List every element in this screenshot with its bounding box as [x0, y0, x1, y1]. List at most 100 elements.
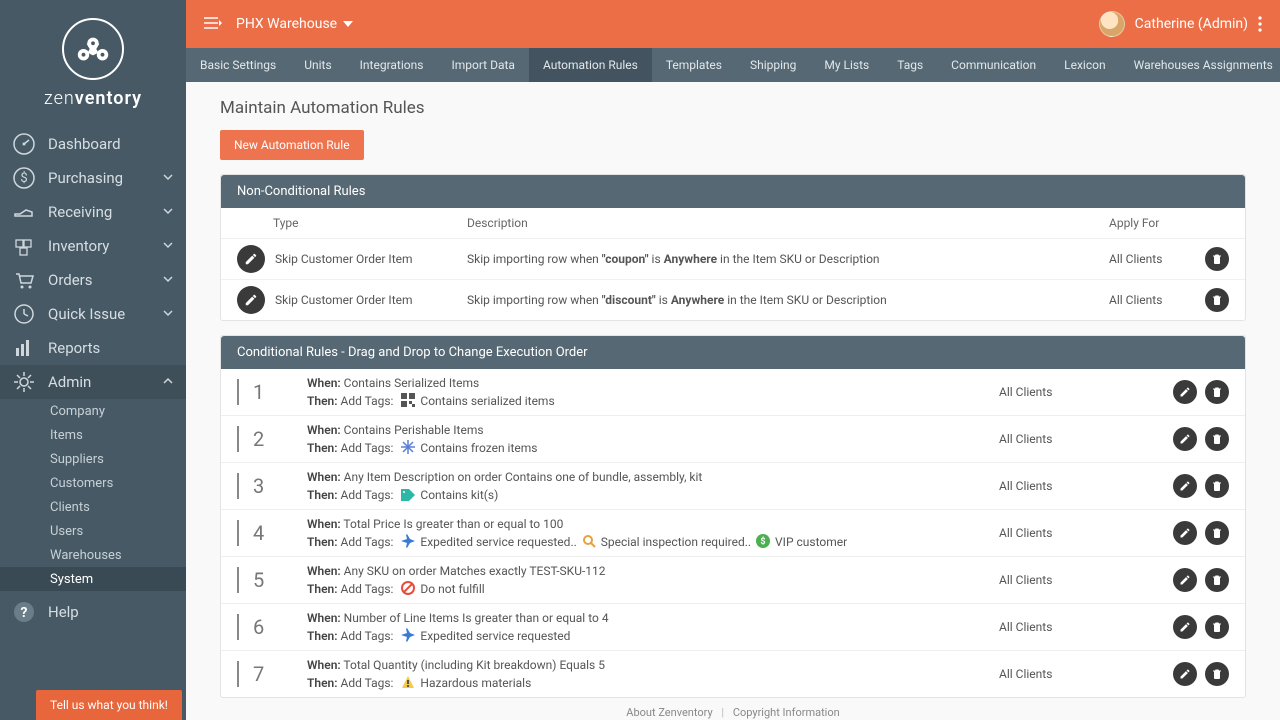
footer-copy[interactable]: Copyright Information	[733, 706, 840, 719]
feedback-button[interactable]: Tell us what you think!	[36, 690, 182, 720]
edit-button[interactable]	[1173, 474, 1197, 498]
speedometer-icon	[12, 132, 36, 156]
drag-handle[interactable]: 3	[237, 473, 307, 499]
delete-button[interactable]	[1205, 247, 1229, 271]
menu-toggle-icon[interactable]	[204, 15, 222, 34]
tab-units[interactable]: Units	[290, 48, 345, 82]
drag-handle[interactable]: 1	[237, 379, 307, 405]
drag-handle[interactable]: 7	[237, 661, 307, 687]
warehouse-selector[interactable]: PHX Warehouse	[236, 16, 353, 32]
sidebar-item-label: Dashboard	[48, 135, 121, 153]
edit-button[interactable]	[237, 245, 265, 273]
cart-icon	[12, 268, 36, 292]
delete-button[interactable]	[1205, 615, 1229, 639]
nc-apply: All Clients	[1109, 252, 1199, 266]
sidebar-sub-suppliers[interactable]: Suppliers	[0, 447, 186, 471]
nc-panel-header: Non-Conditional Rules	[221, 175, 1245, 208]
tab-communication[interactable]: Communication	[937, 48, 1050, 82]
footer-about[interactable]: About Zenventory	[626, 706, 712, 719]
edit-button[interactable]	[1173, 380, 1197, 404]
sidebar-item-label: Receiving	[48, 203, 112, 221]
caret-down-icon	[343, 21, 353, 27]
sidebar-sub-items[interactable]: Items	[0, 423, 186, 447]
edit-button[interactable]	[1173, 662, 1197, 686]
tab-automation-rules[interactable]: Automation Rules	[529, 48, 652, 82]
cond-row[interactable]: 7When: Total Quantity (including Kit bre…	[221, 651, 1245, 697]
sidebar-item-help[interactable]: ?Help	[0, 591, 186, 633]
new-rule-button[interactable]: New Automation Rule	[220, 130, 364, 160]
cond-num: 5	[253, 568, 264, 592]
delete-button[interactable]	[1205, 662, 1229, 686]
drag-handle[interactable]: 5	[237, 567, 307, 593]
sidebar-item-dashboard[interactable]: Dashboard	[0, 127, 186, 161]
sidebar-sub-company[interactable]: Company	[0, 399, 186, 423]
sidebar-item-orders[interactable]: Orders	[0, 263, 186, 297]
chevron-down-icon	[162, 169, 174, 187]
nc-type: Skip Customer Order Item	[237, 286, 467, 314]
sidebar-sub-warehouses[interactable]: Warehouses	[0, 543, 186, 567]
sidebar: zenventory Dashboard$PurchasingReceiving…	[0, 0, 186, 720]
cond-body: When: Number of Line Items Is greater th…	[307, 609, 999, 645]
svg-text:?: ?	[21, 605, 28, 621]
cond-row[interactable]: 2When: Contains Perishable ItemsThen: Ad…	[221, 416, 1245, 463]
delete-button[interactable]	[1205, 427, 1229, 451]
plane-icon	[401, 534, 415, 548]
edit-button[interactable]	[1173, 615, 1197, 639]
tag-icon	[401, 487, 415, 501]
delete-button[interactable]	[1205, 288, 1229, 312]
sidebar-item-admin[interactable]: Admin	[0, 365, 186, 399]
cond-apply: All Clients	[999, 385, 1159, 399]
more-vert-icon[interactable]	[1258, 16, 1262, 32]
sidebar-item-receiving[interactable]: Receiving	[0, 195, 186, 229]
cond-row[interactable]: 6 When: Number of Line Items Is greater t…	[221, 604, 1245, 651]
sidebar-item-label: Orders	[48, 271, 93, 289]
tab-tags[interactable]: Tags	[883, 48, 937, 82]
delete-button[interactable]	[1205, 474, 1229, 498]
tab-integrations[interactable]: Integrations	[346, 48, 438, 82]
edit-button[interactable]	[237, 286, 265, 314]
sidebar-item-inventory[interactable]: Inventory	[0, 229, 186, 263]
nc-row: Skip Customer Order ItemSkip importing r…	[221, 280, 1245, 320]
qr-icon	[401, 393, 415, 407]
user-menu[interactable]: Catherine (Admin)	[1099, 11, 1262, 37]
edit-button[interactable]	[1173, 427, 1197, 451]
tab-warehouses-assignments[interactable]: Warehouses Assignments	[1120, 48, 1280, 82]
chevron-down-icon	[162, 305, 174, 323]
tab-templates[interactable]: Templates	[652, 48, 736, 82]
sidebar-item-purchasing[interactable]: $Purchasing	[0, 161, 186, 195]
sidebar-sub-users[interactable]: Users	[0, 519, 186, 543]
sidebar-sub-clients[interactable]: Clients	[0, 495, 186, 519]
nc-type: Skip Customer Order Item	[237, 245, 467, 273]
cond-row[interactable]: 4When: Total Price Is greater than or eq…	[221, 510, 1245, 557]
drag-handle[interactable]: 6	[237, 614, 307, 640]
tab-lexicon[interactable]: Lexicon	[1050, 48, 1119, 82]
cond-body: When: Any Item Description on order Cont…	[307, 468, 999, 504]
delete-button[interactable]	[1205, 380, 1229, 404]
sidebar-sub-system[interactable]: System	[0, 567, 186, 591]
tab-import-data[interactable]: Import Data	[437, 48, 529, 82]
cond-row[interactable]: 1When: Contains Serialized ItemsThen: Ad…	[221, 369, 1245, 416]
sidebar-item-label: Purchasing	[48, 169, 123, 187]
tab-shipping[interactable]: Shipping	[736, 48, 810, 82]
snow-icon	[401, 440, 415, 454]
cond-body: When: Contains Perishable ItemsThen: Add…	[307, 421, 999, 457]
sidebar-item-reports[interactable]: Reports	[0, 331, 186, 365]
cond-apply: All Clients	[999, 479, 1159, 493]
footer: About Zenventory | Copyright Information	[220, 698, 1246, 719]
delete-button[interactable]	[1205, 521, 1229, 545]
nc-row: Skip Customer Order ItemSkip importing r…	[221, 239, 1245, 280]
edit-button[interactable]	[1173, 521, 1197, 545]
edit-button[interactable]	[1173, 568, 1197, 592]
sidebar-item-quick-issue[interactable]: Quick Issue	[0, 297, 186, 331]
tab-basic-settings[interactable]: Basic Settings	[186, 48, 290, 82]
cond-row[interactable]: 3When: Any Item Description on order Con…	[221, 463, 1245, 510]
cond-row[interactable]: 5When: Any SKU on order Matches exactly …	[221, 557, 1245, 604]
tab-my-lists[interactable]: My Lists	[810, 48, 883, 82]
delete-button[interactable]	[1205, 568, 1229, 592]
warehouse-label: PHX Warehouse	[236, 16, 337, 32]
drag-handle[interactable]: 2	[237, 426, 307, 452]
drag-handle[interactable]: 4	[237, 520, 307, 546]
bars-icon	[12, 336, 36, 360]
sidebar-sub-customers[interactable]: Customers	[0, 471, 186, 495]
cond-num: 6	[253, 615, 264, 639]
